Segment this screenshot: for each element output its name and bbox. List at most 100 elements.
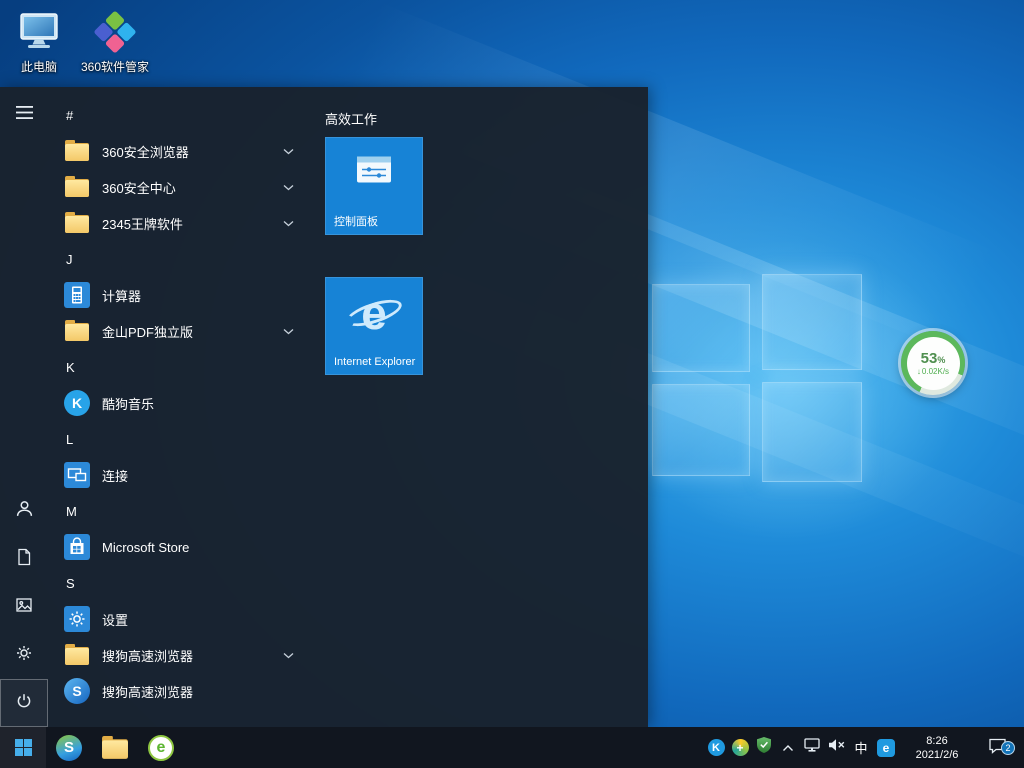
chevron-down-icon (283, 328, 294, 335)
app-item-kingsoft-pdf-group[interactable]: 金山PDF独立版 (48, 313, 308, 349)
ime-indicator[interactable]: 中 (848, 727, 874, 768)
tray-security-shield[interactable] (752, 727, 776, 768)
letter-header[interactable]: # (48, 97, 308, 133)
start-menu-tiles: 高效工作 控制面板 e Internet Explorer (308, 87, 648, 727)
folder-icon (64, 210, 90, 236)
internet-explorer-icon: e (345, 288, 403, 338)
folder-icon (64, 318, 90, 344)
documents-button[interactable] (0, 535, 48, 583)
volume-muted-icon (828, 738, 845, 757)
user-account-button[interactable] (0, 487, 48, 535)
tray-volume[interactable] (824, 727, 848, 768)
app-item-2345-group[interactable]: 2345王牌软件 (48, 205, 308, 241)
power-icon (15, 692, 33, 715)
360-software-manager-icon (97, 10, 133, 54)
sogou-icon: S (64, 678, 90, 704)
tray-360-accelerator[interactable]: + (728, 727, 752, 768)
tile-group-title[interactable]: 高效工作 (325, 109, 377, 128)
letter-header[interactable]: J (48, 241, 308, 277)
tile-control-panel[interactable]: 控制面板 (325, 137, 423, 235)
letter-header[interactable]: S (48, 565, 308, 601)
letter-header[interactable]: K (48, 349, 308, 385)
app-item-360-safe-browser-group[interactable]: 360安全浏览器 (48, 133, 308, 169)
folder-icon (64, 174, 90, 200)
tray-kugou[interactable]: K (704, 727, 728, 768)
windows-logo-wallpaper (652, 274, 866, 488)
chevron-down-icon (283, 148, 294, 155)
desktop-icon-this-pc[interactable]: 此电脑 (0, 10, 78, 75)
kugou-tray-icon: K (708, 739, 725, 756)
control-panel-icon (356, 155, 392, 190)
action-center-button[interactable]: 2 (976, 737, 1018, 759)
network-icon (804, 738, 820, 758)
memory-percent: 53% (921, 351, 946, 366)
clock-date: 2021/2/6 (916, 748, 959, 762)
settings-icon (64, 606, 90, 632)
chevron-down-icon (283, 220, 294, 227)
app-item-connect[interactable]: 连接 (48, 457, 308, 493)
360-safe-browser-icon: S (56, 735, 82, 761)
logo-pane (652, 284, 750, 372)
settings-button[interactable] (0, 631, 48, 679)
app-item-microsoft-store[interactable]: Microsoft Store (48, 529, 308, 565)
tray-app[interactable]: e (874, 727, 898, 768)
360-speed-browser-icon: e (148, 735, 174, 761)
kugou-icon: K (64, 390, 90, 416)
hidden-icons-caret-icon (782, 739, 794, 757)
download-speed: ↓ 0.02K/s (917, 368, 949, 376)
start-button[interactable] (0, 727, 46, 768)
folder-icon (64, 138, 90, 164)
start-menu-app-list: # 360安全浏览器 360安全中心 2345王牌软件 (48, 87, 308, 727)
logo-pane (762, 382, 862, 482)
speed-ball-widget[interactable]: 53% ↓ 0.02K/s (901, 331, 965, 395)
app-item-kugou-music[interactable]: K 酷狗音乐 (48, 385, 308, 421)
desktop-icon-label: 此电脑 (21, 58, 57, 75)
letter-header[interactable]: L (48, 421, 308, 457)
pictures-icon (15, 596, 33, 619)
chevron-down-icon (283, 652, 294, 659)
folder-icon (64, 642, 90, 668)
tray-network[interactable] (800, 727, 824, 768)
taskbar-clock[interactable]: 8:26 2021/2/6 (898, 734, 976, 762)
hamburger-icon (16, 106, 33, 124)
file-explorer-icon (102, 739, 128, 758)
store-icon (64, 534, 90, 560)
app-item-sogou-browser-group[interactable]: 搜狗高速浏览器 (48, 637, 308, 673)
logo-pane (762, 274, 862, 370)
app-item-360-security-center-group[interactable]: 360安全中心 (48, 169, 308, 205)
ime-label: 中 (854, 738, 867, 757)
app-item-sogou-browser[interactable]: S 搜狗高速浏览器 (48, 673, 308, 709)
expand-menu-button[interactable] (0, 91, 48, 139)
security-shield-icon (757, 737, 771, 758)
connect-icon (64, 462, 90, 488)
tile-label: 控制面板 (334, 215, 416, 229)
down-arrow-icon: ↓ (917, 368, 921, 376)
taskbar-360-safe-browser[interactable]: S (46, 727, 92, 768)
blue-app-icon: e (877, 739, 895, 757)
desktop-icon-label: 360软件管家 (81, 58, 149, 75)
clock-time: 8:26 (926, 734, 947, 748)
start-menu-rail (0, 87, 48, 727)
screen: 此电脑 360软件管家 53% ↓ 0.02K/s (0, 0, 1024, 768)
360-accelerator-icon: + (732, 739, 749, 756)
logo-pane (652, 384, 750, 476)
letter-header[interactable]: M (48, 493, 308, 529)
tile-internet-explorer[interactable]: e Internet Explorer (325, 277, 423, 375)
app-item-settings[interactable]: 设置 (48, 601, 308, 637)
tile-label: Internet Explorer (334, 355, 416, 369)
calculator-icon (64, 282, 90, 308)
speed-ball-face: 53% ↓ 0.02K/s (907, 337, 960, 390)
desktop-icon-360-software-manager[interactable]: 360软件管家 (76, 10, 154, 75)
windows-logo-icon (15, 739, 32, 756)
system-tray: K + (704, 727, 1024, 768)
power-button[interactable] (0, 679, 48, 727)
pictures-button[interactable] (0, 583, 48, 631)
document-icon (15, 548, 33, 571)
user-icon (15, 499, 34, 523)
gear-icon (15, 644, 33, 667)
taskbar-360-speed-browser[interactable]: e (138, 727, 184, 768)
tray-hidden-icons[interactable] (776, 727, 800, 768)
app-item-calculator[interactable]: 计算器 (48, 277, 308, 313)
taskbar-file-explorer[interactable] (92, 727, 138, 768)
start-menu: # 360安全浏览器 360安全中心 2345王牌软件 (0, 87, 648, 727)
